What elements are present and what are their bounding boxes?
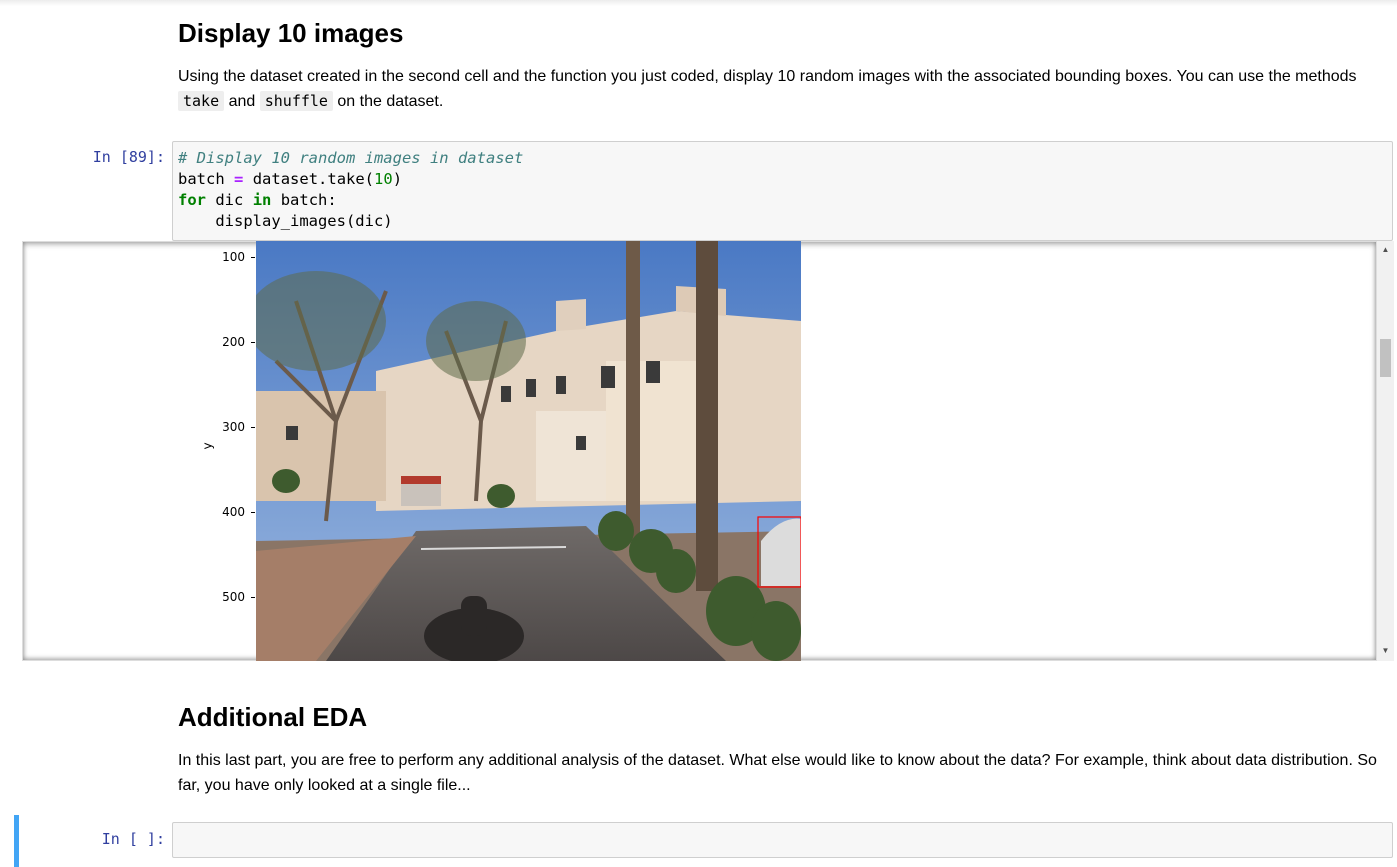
code-token: batch: — [280, 191, 337, 209]
section-description: In this last part, you are free to perfo… — [178, 752, 1377, 794]
scroll-up-icon[interactable]: ▲ — [1377, 243, 1394, 257]
y-tick-mark — [251, 427, 255, 428]
scroll-down-icon[interactable]: ▼ — [1377, 644, 1394, 658]
code-token: dataset.take( — [252, 170, 375, 188]
code-token: ) — [392, 170, 403, 188]
section-heading: Additional EDA — [178, 702, 368, 732]
dataset-image — [256, 241, 801, 661]
cell-prompt: In [ ]: — [101, 830, 165, 848]
y-tick-label: 400 — [222, 505, 245, 519]
y-tick-mark — [251, 512, 255, 513]
plot-y-axis-label: y — [200, 442, 215, 450]
code-line-3: for dic in batch: — [173, 190, 1392, 211]
code-operator: = — [234, 170, 244, 188]
inline-code-take: take — [178, 91, 225, 111]
code-line-1: # Display 10 random images in dataset — [173, 148, 1392, 169]
y-tick-label: 300 — [222, 420, 245, 434]
y-tick-label: 500 — [222, 590, 245, 604]
section-description: Using the dataset created in the second … — [178, 64, 1378, 114]
notebook-top-shadow — [0, 0, 1397, 6]
y-tick-label: 200 — [222, 335, 245, 349]
scrollbar-thumb[interactable] — [1380, 339, 1391, 377]
markdown-cell-display-images[interactable]: Display 10 images Using the dataset crea… — [178, 18, 1378, 114]
description-text-and: and — [228, 93, 256, 110]
description-text-end: on the dataset. — [337, 93, 444, 110]
code-line-2: batch = dataset.take(10) — [173, 169, 1392, 190]
section-heading: Display 10 images — [178, 18, 404, 48]
code-keyword: for — [178, 191, 206, 209]
y-tick-mark — [251, 597, 255, 598]
code-line-4: display_images(dic) — [178, 212, 393, 230]
description-text: Using the dataset created in the second … — [178, 68, 1357, 85]
inline-code-shuffle: shuffle — [259, 91, 333, 111]
y-tick-label: 100 — [222, 250, 245, 264]
code-comment: # Display 10 random images in dataset — [178, 149, 524, 167]
y-tick-mark — [251, 257, 255, 258]
code-token: batch — [178, 170, 225, 188]
markdown-cell-additional-eda[interactable]: Additional EDA In this last part, you ar… — [178, 702, 1378, 798]
code-token: dic — [215, 191, 244, 209]
code-number: 10 — [374, 170, 393, 188]
cell-prompt: In [89]: — [92, 148, 165, 166]
code-cell-input[interactable]: # Display 10 random images in dataset ba… — [172, 141, 1393, 241]
street-scene-image — [256, 241, 801, 661]
output-scrollbar[interactable]: ▲ ▼ — [1377, 241, 1394, 661]
y-tick-mark — [251, 342, 255, 343]
code-keyword: in — [252, 191, 272, 209]
empty-code-cell-input[interactable] — [172, 822, 1393, 858]
